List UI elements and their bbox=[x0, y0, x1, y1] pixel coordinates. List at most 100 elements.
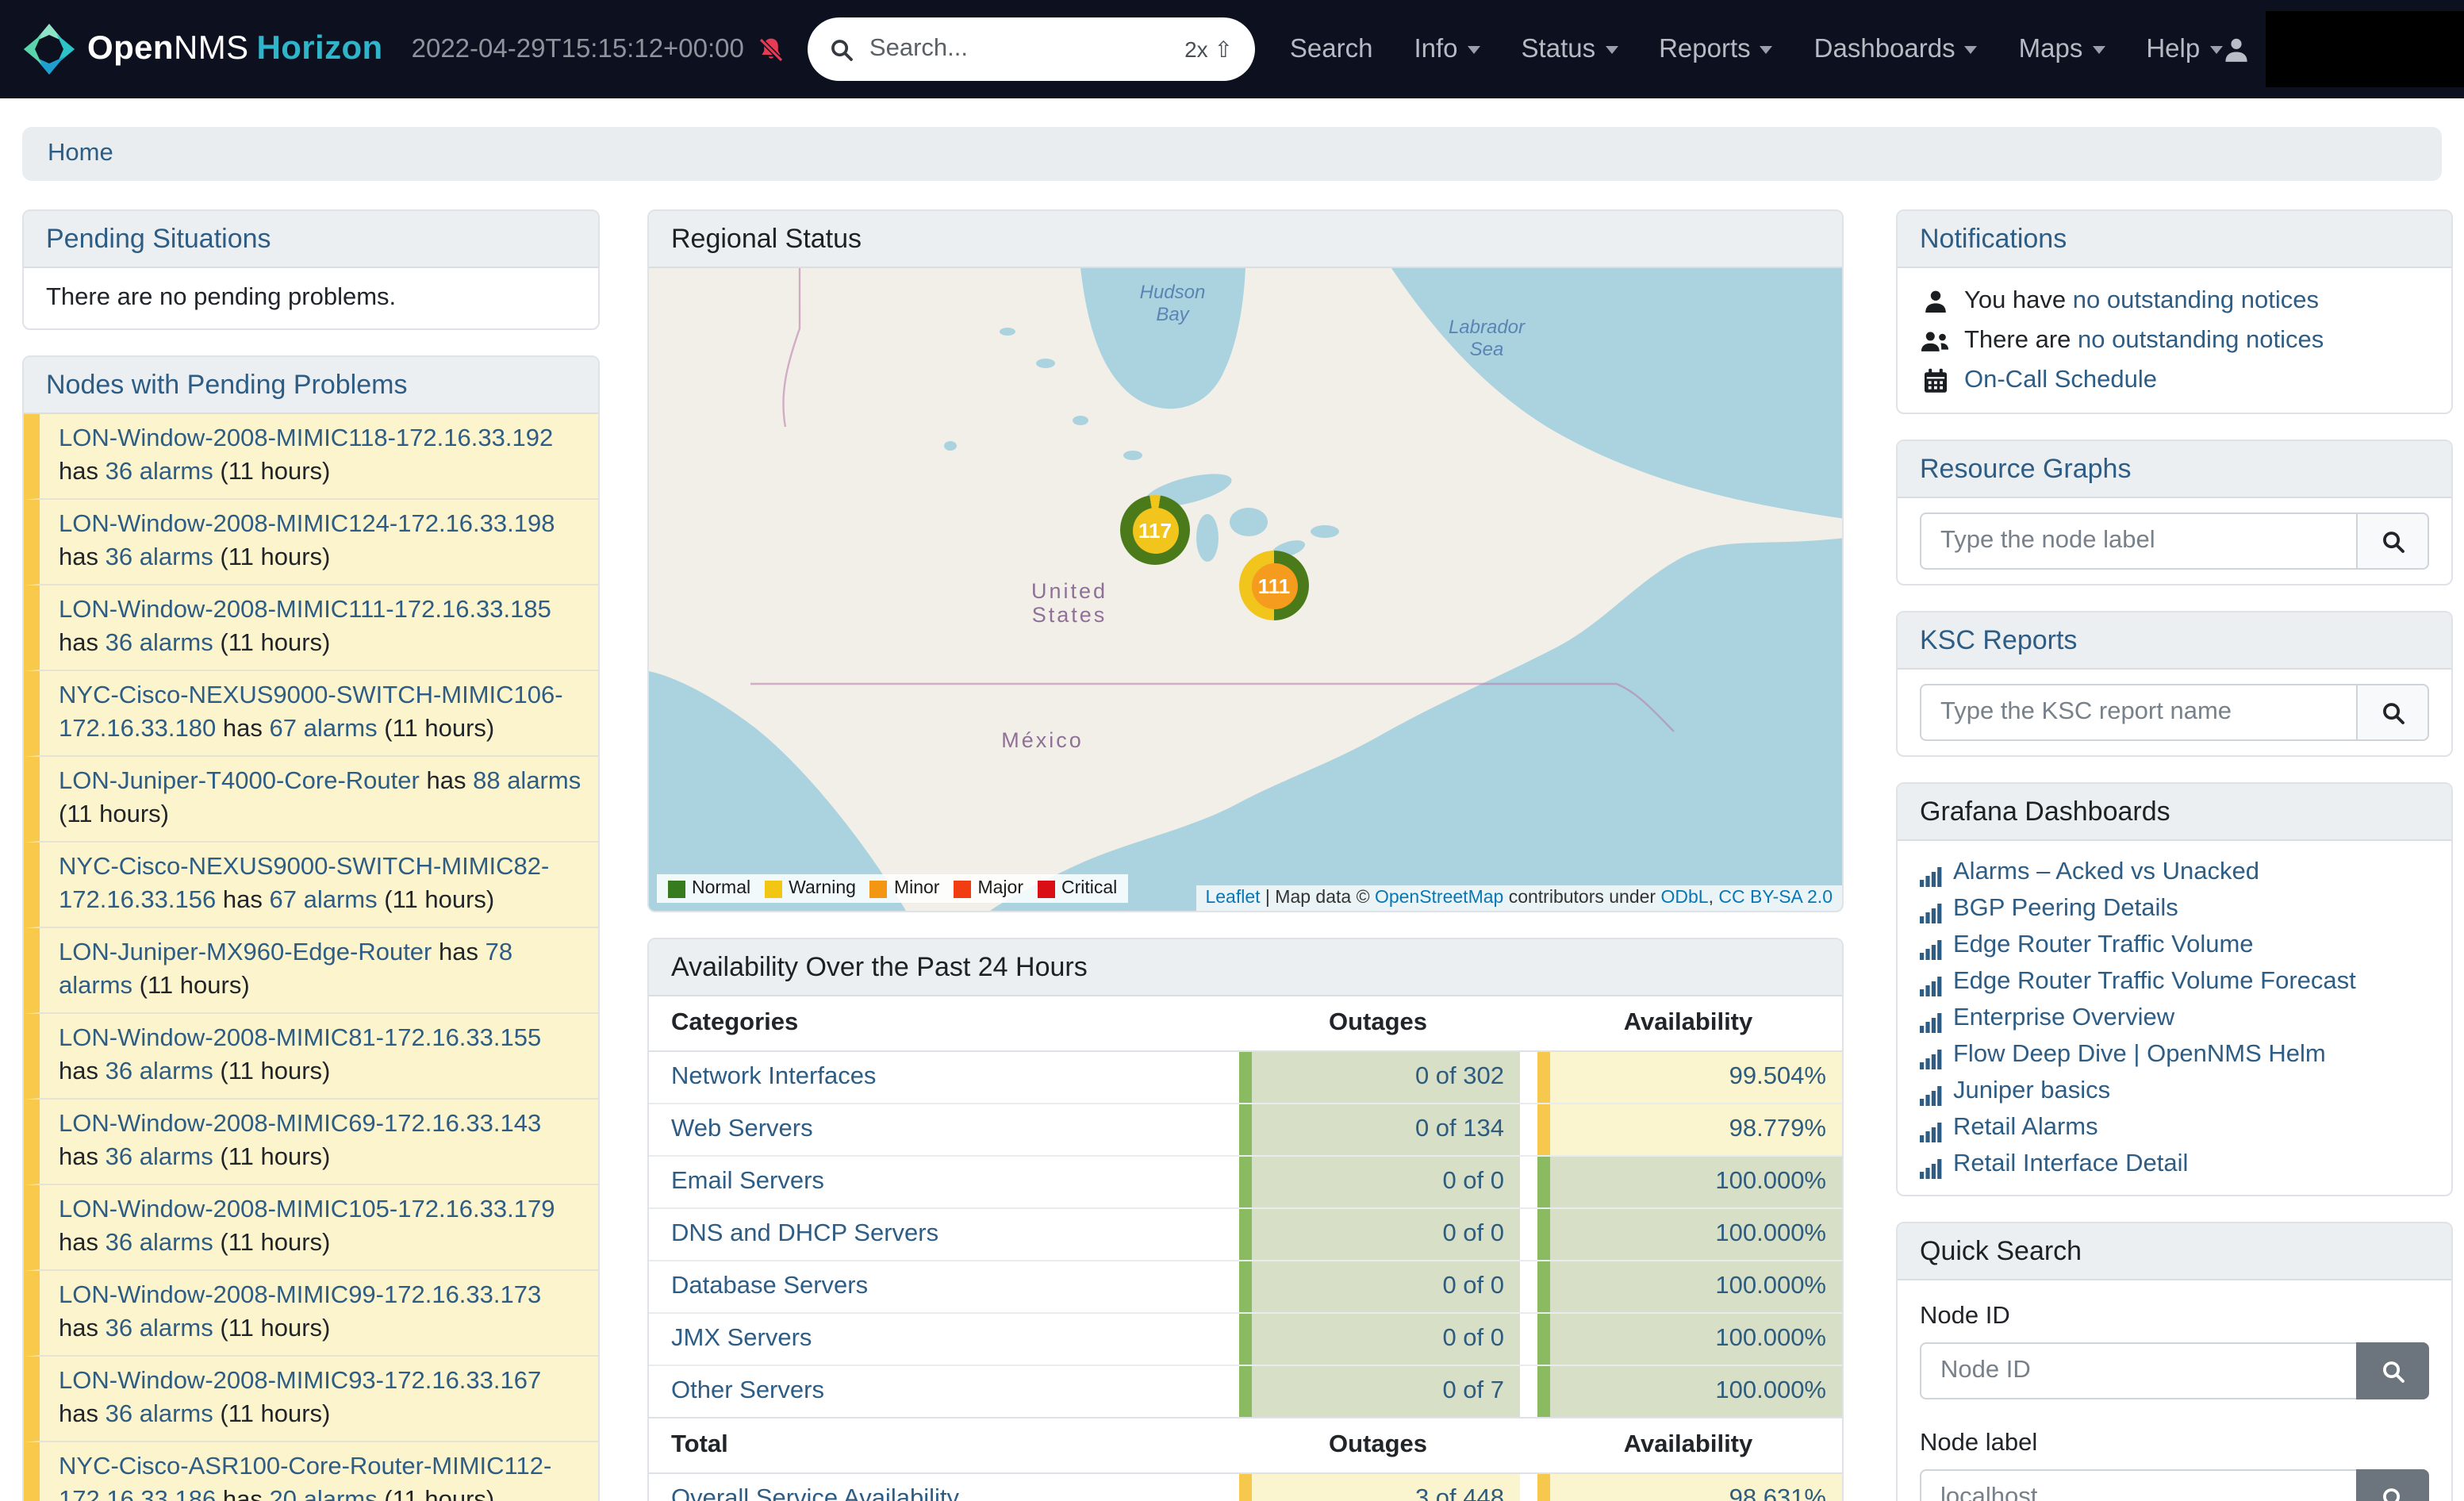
alarm-duration: (11 hours) bbox=[384, 716, 494, 743]
middle-column: Regional Status bbox=[647, 209, 1844, 1501]
osm-link[interactable]: OpenStreetMap bbox=[1375, 889, 1503, 908]
alarm-count-link[interactable]: 88 alarms bbox=[473, 768, 581, 795]
map-marker-cluster[interactable]: 117 bbox=[1120, 495, 1190, 565]
brand-logo[interactable]: OpenNMSHorizon bbox=[22, 22, 383, 76]
alarm-count-link[interactable]: 20 alarms bbox=[270, 1487, 378, 1501]
grafana-dashboard-link[interactable]: Edge Router Traffic Volume bbox=[1953, 927, 2254, 963]
alarm-count-link[interactable]: 36 alarms bbox=[106, 1144, 213, 1171]
breadcrumb-home-link[interactable]: Home bbox=[48, 140, 113, 167]
alarm-count-link[interactable]: 67 alarms bbox=[270, 716, 378, 743]
pending-problem-row: LON-Window-2008-MIMIC111-172.16.33.185 h… bbox=[24, 585, 598, 671]
nav-menu-item[interactable]: Reports bbox=[1659, 34, 1773, 64]
ksc-reports-title[interactable]: KSC Reports bbox=[1898, 612, 2451, 670]
nav-menu-item-label: Reports bbox=[1659, 34, 1751, 64]
node-id-input[interactable] bbox=[1920, 1342, 2356, 1399]
node-label-input[interactable] bbox=[1920, 1469, 2356, 1501]
node-link[interactable]: LON-Window-2008-MIMIC124-172.16.33.198 bbox=[59, 511, 555, 538]
nav-menu-item[interactable]: Dashboards bbox=[1814, 34, 1978, 64]
grafana-dashboard-link[interactable]: Flow Deep Dive | OpenNMS Helm bbox=[1953, 1036, 2326, 1073]
ksc-reports-search-button[interactable] bbox=[2356, 684, 2429, 741]
category-link[interactable]: Web Servers bbox=[671, 1115, 813, 1144]
grafana-dashboard-link[interactable]: Retail Alarms bbox=[1953, 1109, 2098, 1146]
notification-link[interactable]: On-Call Schedule bbox=[1964, 367, 2157, 393]
grafana-dashboard-link[interactable]: Enterprise Overview bbox=[1953, 1000, 2174, 1036]
node-link[interactable]: LON-Window-2008-MIMIC105-172.16.33.179 bbox=[59, 1196, 555, 1223]
nav-menu-item[interactable]: Status bbox=[1522, 34, 1618, 64]
alarm-count-link[interactable]: 36 alarms bbox=[106, 544, 213, 571]
node-link[interactable]: LON-Window-2008-MIMIC111-172.16.33.185 bbox=[59, 597, 551, 624]
node-link[interactable]: LON-Window-2008-MIMIC69-172.16.33.143 bbox=[59, 1111, 541, 1138]
nav-menu-item[interactable]: Help bbox=[2146, 34, 2222, 64]
grafana-dashboard-link[interactable]: Edge Router Traffic Volume Forecast bbox=[1953, 963, 2356, 1000]
node-link[interactable]: LON-Juniper-MX960-Edge-Router bbox=[59, 939, 432, 966]
quick-search-node-id: Node ID bbox=[1920, 1303, 2429, 1399]
notification-link[interactable]: no outstanding notices bbox=[2078, 327, 2324, 354]
alarm-count-link[interactable]: 36 alarms bbox=[106, 459, 213, 486]
category-link[interactable]: Database Servers bbox=[671, 1273, 868, 1301]
grafana-dashboard-link[interactable]: Alarms – Acked vs Unacked bbox=[1953, 854, 2259, 890]
user-icon bbox=[1920, 288, 1950, 313]
search-icon bbox=[2381, 701, 2405, 724]
legend-color-swatch bbox=[954, 880, 971, 897]
notifications-off-icon[interactable] bbox=[757, 36, 785, 63]
node-link[interactable]: LON-Window-2008-MIMIC99-172.16.33.173 bbox=[59, 1282, 541, 1309]
legend-color-swatch bbox=[1038, 880, 1055, 897]
category-link[interactable]: DNS and DHCP Servers bbox=[671, 1220, 938, 1249]
alarm-count-link[interactable]: 36 alarms bbox=[106, 1401, 213, 1428]
grafana-dashboard-link[interactable]: Juniper basics bbox=[1953, 1073, 2110, 1109]
chevron-down-icon bbox=[1760, 45, 1773, 53]
regional-status-map[interactable]: Hudson Bay Labrador Sea United States Mé… bbox=[649, 268, 1842, 911]
map-legend-item: Critical bbox=[1038, 879, 1117, 898]
alarm-count-link[interactable]: 36 alarms bbox=[106, 630, 213, 657]
nodes-pending-problems-title[interactable]: Nodes with Pending Problems bbox=[24, 357, 598, 414]
cell-gap bbox=[1520, 1052, 1537, 1103]
alarm-count-link[interactable]: 36 alarms bbox=[106, 1315, 213, 1342]
overall-availability-row: Overall Service Availability 3 of 448 98… bbox=[649, 1474, 1842, 1501]
node-label-search-button[interactable] bbox=[2356, 1469, 2429, 1501]
nav-menu-item[interactable]: Search bbox=[1290, 34, 1373, 64]
notification-text: You have bbox=[1964, 287, 2073, 314]
pending-problem-row: LON-Window-2008-MIMIC99-172.16.33.173 ha… bbox=[24, 1271, 598, 1357]
category-link[interactable]: Email Servers bbox=[671, 1168, 824, 1196]
node-link[interactable]: LON-Juniper-T4000-Core-Router bbox=[59, 768, 420, 795]
alarm-count-link[interactable]: 36 alarms bbox=[106, 1230, 213, 1257]
alarm-count-link[interactable]: 67 alarms bbox=[270, 887, 378, 914]
grafana-dashboard-item: Edge Router Traffic Volume Forecast bbox=[1920, 963, 2429, 1000]
grafana-dashboard-item: Edge Router Traffic Volume bbox=[1920, 927, 2429, 963]
category-link[interactable]: Network Interfaces bbox=[671, 1063, 876, 1092]
grafana-dashboard-link[interactable]: Retail Interface Detail bbox=[1953, 1146, 2188, 1182]
availability-value: 100.000% bbox=[1537, 1157, 1842, 1207]
alarm-count-link[interactable]: 36 alarms bbox=[106, 1058, 213, 1085]
availability-value: 98.779% bbox=[1537, 1104, 1842, 1155]
resource-graphs-input[interactable] bbox=[1920, 512, 2356, 570]
overall-availability-link[interactable]: Overall Service Availability bbox=[671, 1485, 959, 1501]
bar-chart-icon bbox=[1920, 1154, 1942, 1174]
map-marker-cluster[interactable]: 111 bbox=[1239, 551, 1309, 620]
nav-menu-item[interactable]: Info bbox=[1414, 34, 1480, 64]
odbl-link[interactable]: ODbL bbox=[1661, 889, 1709, 908]
nav-menu-item[interactable]: Maps bbox=[2019, 34, 2105, 64]
node-id-search-button[interactable] bbox=[2356, 1342, 2429, 1399]
notification-text: There are bbox=[1964, 327, 2078, 354]
map-attribution: Leaflet | Map data © OpenStreetMap contr… bbox=[1196, 885, 1842, 911]
ksc-reports-input[interactable] bbox=[1920, 684, 2356, 741]
category-link[interactable]: JMX Servers bbox=[671, 1325, 812, 1353]
leaflet-link[interactable]: Leaflet bbox=[1205, 889, 1260, 908]
pending-problem-row: LON-Window-2008-MIMIC124-172.16.33.198 h… bbox=[24, 500, 598, 585]
category-link[interactable]: Other Servers bbox=[671, 1377, 824, 1406]
global-search-input[interactable] bbox=[866, 33, 1172, 65]
node-link[interactable]: LON-Window-2008-MIMIC118-172.16.33.192 bbox=[59, 425, 553, 452]
node-link[interactable]: LON-Window-2008-MIMIC81-172.16.33.155 bbox=[59, 1025, 541, 1052]
resource-graphs-search-button[interactable] bbox=[2356, 512, 2429, 570]
pending-situations-title[interactable]: Pending Situations bbox=[24, 211, 598, 268]
ccbysa-link[interactable]: CC BY-SA 2.0 bbox=[1718, 889, 1833, 908]
redacted-username[interactable] bbox=[2265, 11, 2464, 87]
node-link[interactable]: LON-Window-2008-MIMIC93-172.16.33.167 bbox=[59, 1368, 541, 1395]
legend-label: Warning bbox=[789, 879, 856, 898]
availability-row: Database Servers 0 of 0 100.000% bbox=[649, 1261, 1842, 1314]
notification-link[interactable]: no outstanding notices bbox=[2073, 287, 2319, 314]
notifications-title[interactable]: Notifications bbox=[1898, 211, 2451, 268]
outages-value: 0 of 302 bbox=[1239, 1052, 1520, 1103]
resource-graphs-title[interactable]: Resource Graphs bbox=[1898, 441, 2451, 498]
grafana-dashboard-link[interactable]: BGP Peering Details bbox=[1953, 890, 2178, 927]
